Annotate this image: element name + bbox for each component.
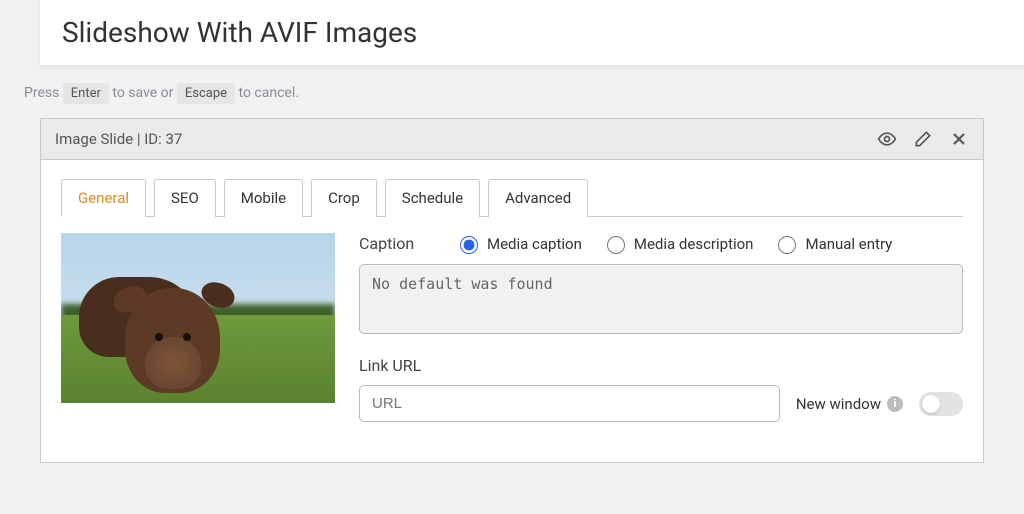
- slide-panel-header: Image Slide | ID: 37: [41, 119, 983, 160]
- tab-schedule[interactable]: Schedule: [385, 179, 480, 217]
- link-url-input[interactable]: [359, 385, 780, 422]
- radio-manual-entry[interactable]: Manual entry: [773, 233, 892, 254]
- edit-icon[interactable]: [913, 129, 933, 149]
- slide-id-label: Image Slide | ID: 37: [55, 130, 861, 148]
- visibility-icon[interactable]: [877, 129, 897, 149]
- escape-key: Escape: [177, 83, 235, 104]
- keyboard-hint: Press Enter to save or Escape to cancel.: [24, 83, 1024, 104]
- caption-source-radios: Media caption Media description Manual e…: [455, 233, 892, 254]
- close-icon[interactable]: [949, 129, 969, 149]
- caption-textarea[interactable]: [359, 264, 963, 334]
- new-window-label: New window: [796, 395, 881, 413]
- radio-media-caption[interactable]: Media caption: [455, 233, 582, 254]
- tab-advanced[interactable]: Advanced: [488, 179, 588, 217]
- new-window-toggle[interactable]: [919, 392, 963, 416]
- link-url-label: Link URL: [359, 356, 437, 375]
- slide-panel: Image Slide | ID: 37 General SEO Mobile …: [40, 118, 984, 463]
- caption-label: Caption: [359, 234, 437, 253]
- slide-thumbnail[interactable]: [61, 233, 335, 403]
- tab-crop[interactable]: Crop: [311, 179, 377, 217]
- tab-mobile[interactable]: Mobile: [224, 179, 303, 217]
- info-icon[interactable]: i: [887, 396, 903, 412]
- tabs: General SEO Mobile Crop Schedule Advance…: [61, 178, 963, 217]
- radio-media-description[interactable]: Media description: [602, 233, 754, 254]
- tab-seo[interactable]: SEO: [154, 179, 216, 217]
- title-input-box[interactable]: Slideshow With AVIF Images: [40, 0, 1024, 65]
- page-title: Slideshow With AVIF Images: [62, 16, 1002, 49]
- tab-general[interactable]: General: [61, 179, 146, 217]
- enter-key: Enter: [63, 83, 109, 104]
